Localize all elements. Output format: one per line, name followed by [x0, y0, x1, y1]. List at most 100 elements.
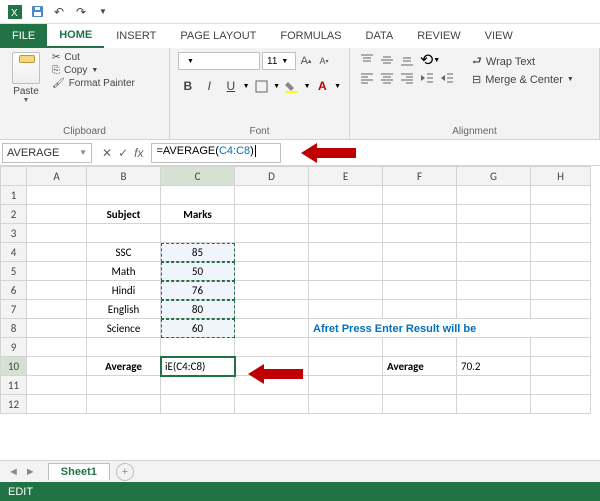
cut-button[interactable]: ✂Cut	[52, 52, 135, 63]
formula-bar[interactable]: =AVERAGE(C4:C8)	[151, 143, 281, 163]
col-header-A[interactable]: A	[27, 167, 87, 186]
copy-button[interactable]: ⎘Copy▼	[52, 65, 135, 76]
cell-C7[interactable]: 80	[161, 300, 235, 319]
cancel-formula-button[interactable]: ✕	[102, 146, 112, 160]
row-header-3[interactable]: 3	[1, 224, 27, 243]
col-header-C[interactable]: C	[161, 167, 235, 186]
col-header-E[interactable]: E	[309, 167, 383, 186]
sheet-tab-1[interactable]: Sheet1	[48, 463, 110, 480]
col-header-D[interactable]: D	[235, 167, 309, 186]
clipboard-icon	[12, 52, 40, 84]
cell-B7[interactable]: English	[87, 300, 161, 319]
col-header-H[interactable]: H	[531, 167, 591, 186]
decrease-indent-button[interactable]	[418, 70, 436, 86]
wrap-text-button[interactable]: ⮐Wrap Text	[472, 52, 574, 71]
cell-C5[interactable]: 50	[161, 262, 235, 281]
cell-F10[interactable]: Average	[383, 357, 457, 376]
row-header-4[interactable]: 4	[1, 243, 27, 262]
row-header-8[interactable]: 8	[1, 319, 27, 338]
tab-formulas[interactable]: FORMULAS	[268, 24, 353, 48]
fx-icon[interactable]: fx	[134, 146, 143, 160]
cell-C6[interactable]: 76	[161, 281, 235, 300]
italic-button[interactable]: I	[200, 76, 220, 96]
cell-B10[interactable]: Average	[87, 357, 161, 376]
annotation-arrow-formula	[301, 143, 371, 163]
redo-icon[interactable]: ↷	[72, 3, 90, 21]
cell-C10[interactable]: iE(C4:C8)	[161, 357, 235, 376]
select-all-corner[interactable]	[1, 167, 27, 186]
cell-B8[interactable]: Science	[87, 319, 161, 338]
tab-pagelayout[interactable]: PAGE LAYOUT	[168, 24, 268, 48]
cell-C2[interactable]: Marks	[161, 205, 235, 224]
shrink-font-button[interactable]: A▾	[316, 52, 332, 70]
brush-icon: 🖌	[52, 78, 65, 89]
cell-B2[interactable]: Subject	[87, 205, 161, 224]
align-left-button[interactable]	[358, 70, 376, 86]
excel-icon: X	[6, 3, 24, 21]
font-size-select[interactable]: 11▼	[262, 52, 296, 70]
paste-label: Paste	[13, 86, 39, 97]
row-header-10[interactable]: 10	[1, 357, 27, 376]
bold-button[interactable]: B	[178, 76, 198, 96]
name-box[interactable]: AVERAGE ▼	[2, 143, 92, 163]
row-header-6[interactable]: 6	[1, 281, 27, 300]
row-header-5[interactable]: 5	[1, 262, 27, 281]
enter-formula-button[interactable]: ✓	[118, 146, 128, 160]
svg-text:X: X	[11, 8, 18, 19]
cell-B6[interactable]: Hindi	[87, 281, 161, 300]
row-header-1[interactable]: 1	[1, 186, 27, 205]
save-icon[interactable]	[28, 3, 46, 21]
increase-indent-button[interactable]	[438, 70, 456, 86]
group-clipboard-title: Clipboard	[8, 124, 161, 137]
group-alignment-title: Alignment	[358, 124, 591, 137]
tab-review[interactable]: REVIEW	[405, 24, 472, 48]
cell-B5[interactable]: Math	[87, 262, 161, 281]
tab-insert[interactable]: INSERT	[104, 24, 168, 48]
cell-C4[interactable]: 85	[161, 243, 235, 262]
align-right-button[interactable]	[398, 70, 416, 86]
status-mode: EDIT	[8, 486, 33, 498]
paste-button[interactable]: Paste ▼	[8, 52, 44, 104]
qat-customize-icon[interactable]: ▼	[94, 3, 112, 21]
underline-button[interactable]: U	[221, 76, 241, 96]
merge-center-button[interactable]: ⊟Merge & Center▼	[472, 73, 574, 86]
row-header-11[interactable]: 11	[1, 376, 27, 395]
tab-view[interactable]: VIEW	[473, 24, 525, 48]
orientation-button[interactable]: ⟲▼	[418, 52, 442, 68]
align-bottom-button[interactable]	[398, 52, 416, 68]
row-header-9[interactable]: 9	[1, 338, 27, 357]
col-header-B[interactable]: B	[87, 167, 161, 186]
tab-file[interactable]: FILE	[0, 24, 47, 48]
tab-data[interactable]: DATA	[354, 24, 406, 48]
annotation-note: Afret Press Enter Result will be	[313, 323, 476, 335]
wrap-icon: ⮐	[472, 52, 482, 71]
align-middle-button[interactable]	[378, 52, 396, 68]
font-name-select[interactable]: ▼	[178, 52, 260, 70]
cell-G10[interactable]: 70.2	[457, 357, 531, 376]
align-top-button[interactable]	[358, 52, 376, 68]
row-header-12[interactable]: 12	[1, 395, 27, 414]
tab-home[interactable]: HOME	[47, 24, 104, 48]
sheet-nav-prev[interactable]: ◄	[8, 466, 19, 478]
merge-icon: ⊟	[472, 73, 481, 86]
col-header-F[interactable]: F	[383, 167, 457, 186]
row-header-7[interactable]: 7	[1, 300, 27, 319]
format-painter-button[interactable]: 🖌Format Painter	[52, 78, 135, 89]
cell-B4[interactable]: SSC	[87, 243, 161, 262]
col-header-G[interactable]: G	[457, 167, 531, 186]
grow-font-button[interactable]: A▴	[298, 52, 314, 70]
fill-color-button[interactable]	[282, 76, 302, 96]
annotation-arrow-cell	[248, 364, 318, 384]
cell-C8[interactable]: 60	[161, 319, 235, 338]
align-center-button[interactable]	[378, 70, 396, 86]
add-sheet-button[interactable]: +	[116, 463, 134, 481]
border-button[interactable]	[252, 76, 272, 96]
copy-icon: ⎘	[52, 65, 60, 76]
group-font-title: Font	[178, 124, 341, 137]
font-color-button[interactable]: A	[313, 76, 333, 96]
scissors-icon: ✂	[52, 52, 60, 63]
chevron-down-icon: ▼	[79, 148, 87, 157]
sheet-nav-next[interactable]: ►	[25, 466, 36, 478]
undo-icon[interactable]: ↶	[50, 3, 68, 21]
row-header-2[interactable]: 2	[1, 205, 27, 224]
